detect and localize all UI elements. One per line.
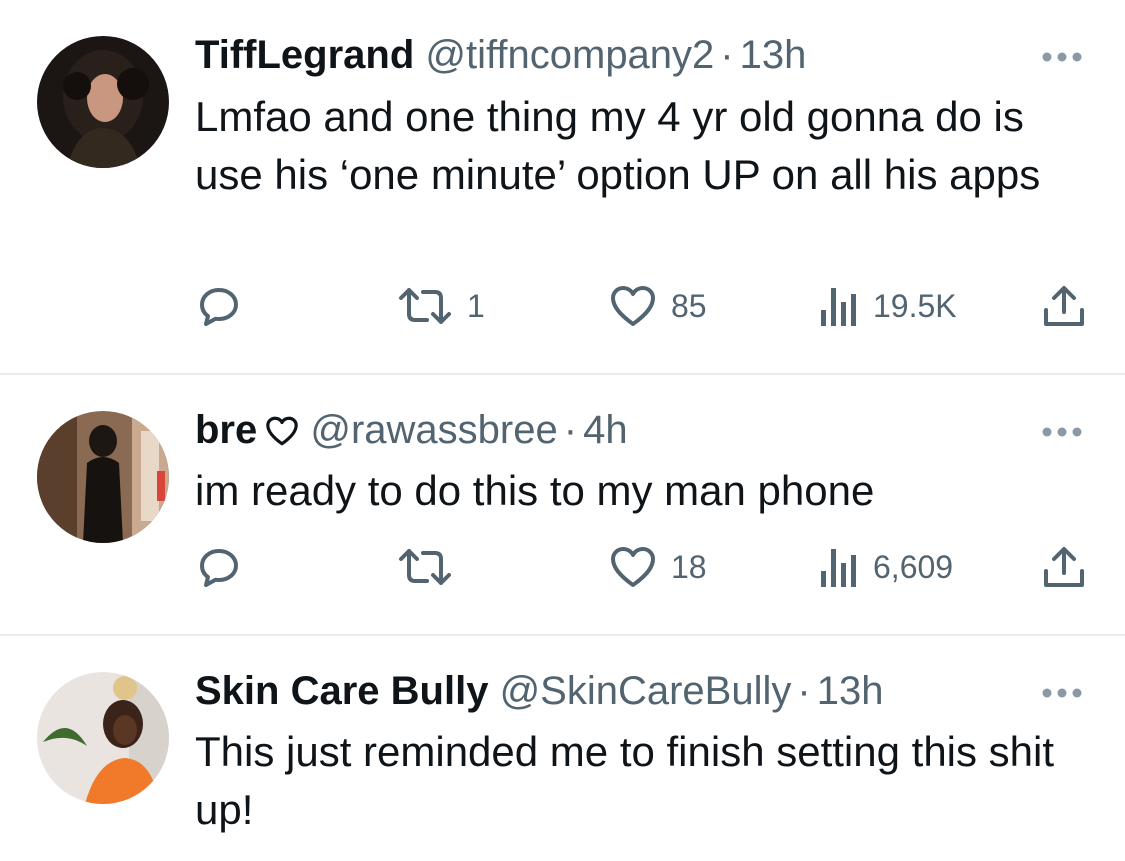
avatar[interactable] [37, 411, 169, 543]
user-handle[interactable]: @tiffncompany2 [425, 33, 714, 77]
view-count: 19.5K [873, 287, 957, 324]
more-options-icon[interactable] [1041, 50, 1083, 62]
timestamp[interactable]: 4h [583, 408, 628, 452]
user-handle[interactable]: @SkinCareBully [500, 669, 792, 713]
retweet-button[interactable] [397, 542, 453, 592]
display-name[interactable]: TiffLegrand [195, 33, 414, 77]
tweet-header: Skin Care Bully @SkinCareBully · 13h [195, 667, 883, 715]
heart-outline-icon [266, 416, 299, 446]
reply-icon [200, 288, 238, 326]
display-name[interactable]: Skin Care Bully [195, 669, 488, 713]
tweet-1[interactable]: TiffLegrand @tiffncompany2 · 13h Lmfao and… [0, 0, 1125, 374]
tweet-header: bre @rawassbree · 4h [195, 406, 628, 454]
like-count: 85 [671, 287, 707, 324]
reply-icon [200, 549, 238, 587]
more-options-icon[interactable] [1041, 425, 1083, 437]
like-button[interactable]: 18 [609, 542, 707, 592]
tweet-text: im ready to do this to my man phone [195, 467, 875, 514]
share-icon [1044, 547, 1084, 587]
share-icon [1044, 286, 1084, 326]
more-options-icon[interactable] [1041, 686, 1083, 698]
share-button[interactable] [1041, 281, 1087, 331]
like-button[interactable]: 85 [609, 281, 707, 331]
timestamp[interactable]: 13h [817, 669, 884, 713]
tweet-2[interactable]: bre @rawassbree · 4h im ready to do this t… [0, 375, 1125, 634]
separator-dot: · [720, 33, 734, 77]
retweet-button[interactable]: 1 [397, 281, 485, 331]
views-button[interactable]: 6,609 [819, 542, 953, 592]
retweet-icon [399, 549, 451, 585]
view-count: 6,609 [873, 548, 954, 585]
reply-button[interactable] [195, 542, 243, 592]
retweet-count: 1 [467, 287, 485, 324]
tweet-text: Lmfao and one thing my 4 yr old gonna do… [195, 93, 1041, 198]
avatar[interactable] [37, 36, 169, 168]
heart-icon [611, 286, 655, 326]
tweet-text: This just reminded me to finish setting … [195, 728, 1055, 833]
analytics-icon [821, 549, 856, 587]
timestamp[interactable]: 13h [740, 33, 807, 77]
tweet-header: TiffLegrand @tiffncompany2 · 13h [195, 31, 806, 79]
like-count: 18 [671, 548, 707, 585]
separator-dot: · [797, 669, 811, 713]
reply-button[interactable] [195, 281, 243, 331]
tweet-actions: 1 85 19.5K [195, 281, 1090, 331]
avatar[interactable] [37, 672, 169, 804]
separator-dot: · [563, 408, 578, 452]
display-name[interactable]: bre [195, 408, 257, 452]
tweet-3[interactable]: Skin Care Bully @SkinCareBully · 13h This … [0, 636, 1125, 861]
analytics-icon [821, 288, 856, 326]
share-button[interactable] [1041, 542, 1087, 592]
user-handle[interactable]: @rawassbree [310, 408, 557, 452]
retweet-icon [399, 288, 451, 324]
views-button[interactable]: 19.5K [819, 281, 957, 331]
tweet-actions: 18 6,609 [195, 542, 1090, 592]
heart-icon [611, 547, 655, 587]
